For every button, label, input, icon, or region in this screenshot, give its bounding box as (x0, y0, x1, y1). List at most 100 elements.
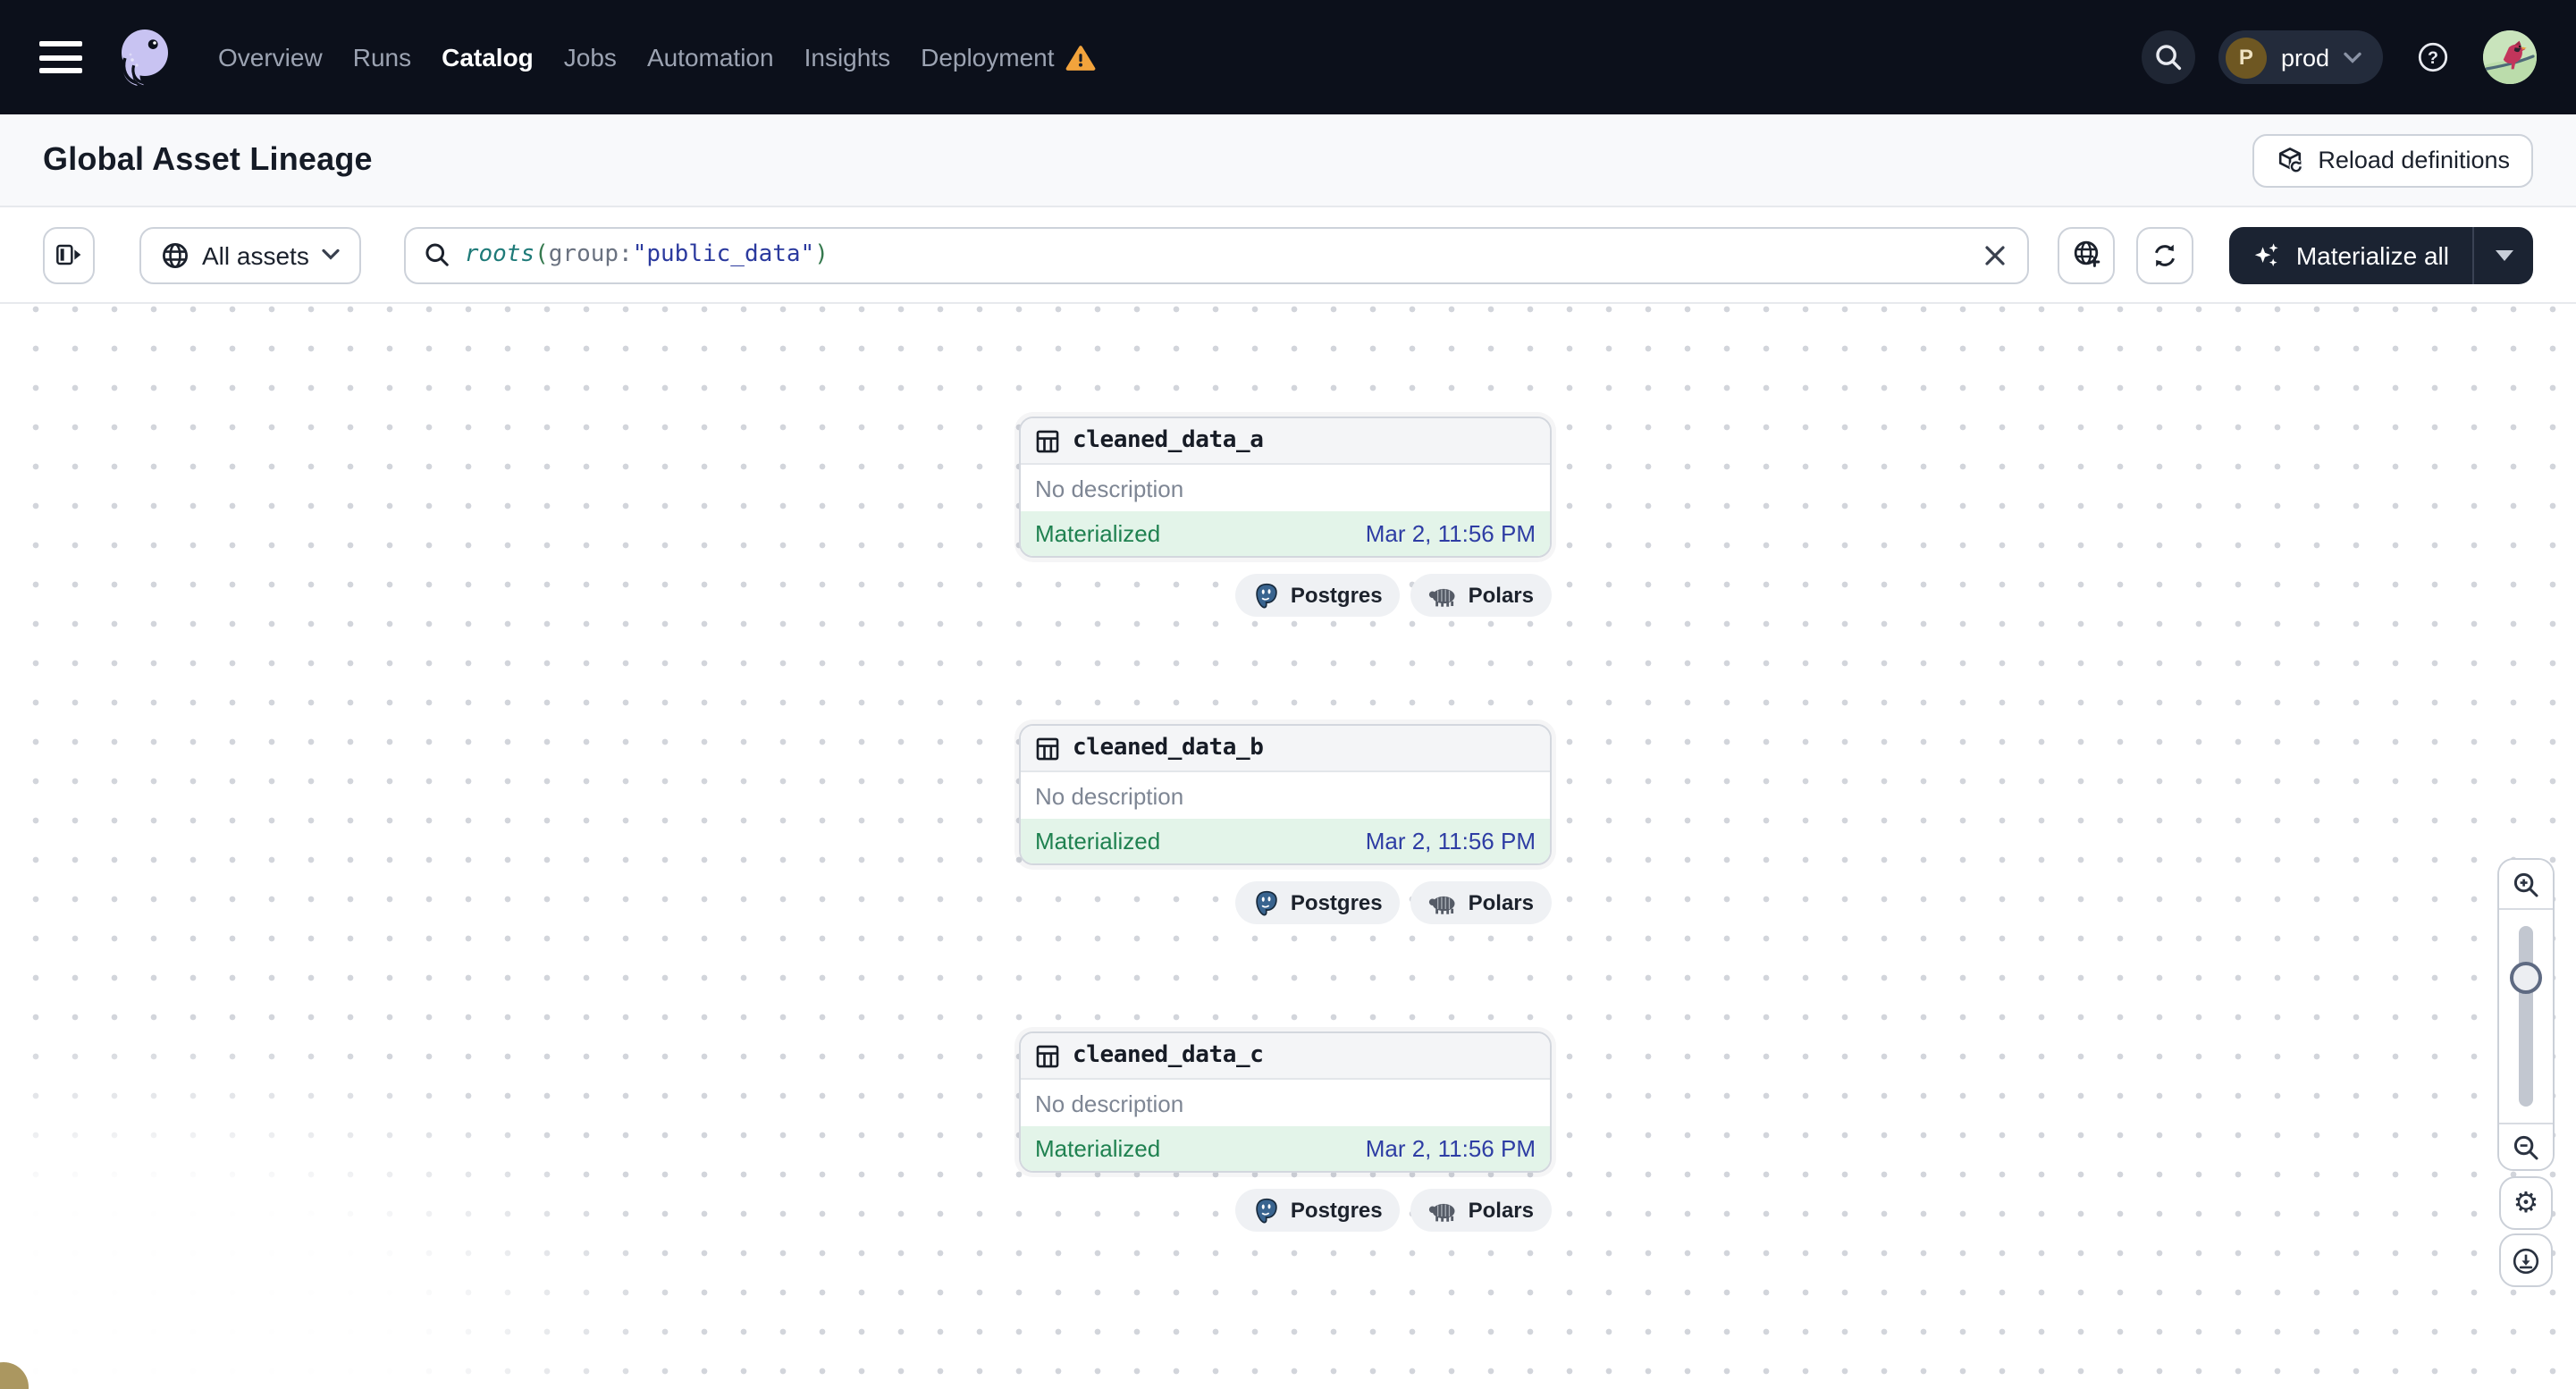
asset-node-header: cleaned_data_b (1021, 726, 1550, 772)
panel-expand-icon (56, 244, 81, 265)
top-nav: Overview Runs Catalog Jobs Automation In… (0, 0, 2576, 114)
lineage-canvas[interactable]: ⚙ cleaned_data_a No description Material… (0, 304, 2576, 1389)
zoom-in-button[interactable] (2499, 860, 2553, 908)
graph-settings-button[interactable]: ⚙ (2499, 1176, 2553, 1230)
view-all-assets-button[interactable] (2058, 226, 2116, 283)
asset-node[interactable]: cleaned_data_b No description Materializ… (1019, 724, 1552, 865)
page-title: Global Asset Lineage (43, 141, 373, 177)
lineage-toolbar: All assets roots(group:"public_data") Ma… (0, 207, 2576, 304)
status-badge: Materialized (1035, 1135, 1161, 1162)
environment-initial-badge: P (2225, 37, 2267, 78)
tag-label: Polars (1468, 890, 1534, 915)
download-icon (2513, 1247, 2539, 1274)
tag-label: Postgres (1290, 1198, 1383, 1223)
tag-postgres[interactable]: Postgres (1234, 1189, 1401, 1232)
tag-label: Postgres (1290, 890, 1383, 915)
materialize-options-button[interactable] (2472, 226, 2533, 283)
zoom-in-icon (2513, 871, 2538, 897)
minimap-corner (0, 1362, 29, 1389)
tag-polars[interactable]: Polars (1410, 881, 1552, 924)
tag-polars[interactable]: Polars (1410, 574, 1552, 617)
clear-query-button[interactable] (1982, 240, 2010, 269)
asset-description: No description (1035, 1090, 1184, 1116)
primary-nav: Overview Runs Catalog Jobs Automation In… (218, 43, 1096, 72)
nav-item-insights[interactable]: Insights (804, 43, 891, 72)
search-icon (2156, 45, 2182, 71)
zoom-slider-track[interactable] (2519, 926, 2533, 1107)
asset-node-group: cleaned_data_a No description Materializ… (1019, 417, 1552, 617)
asset-status-row: Materialized Mar 2, 11:56 PM (1021, 819, 1550, 863)
dagster-app: Overview Runs Catalog Jobs Automation In… (0, 0, 2576, 1389)
help-icon: ? (2418, 42, 2448, 72)
zoom-slider[interactable] (2499, 908, 2553, 1124)
asset-node-header: cleaned_data_c (1021, 1033, 1550, 1080)
asset-selection-input[interactable]: roots(group:"public_data") (403, 226, 2030, 283)
nav-item-jobs[interactable]: Jobs (564, 43, 617, 72)
help-button[interactable]: ? (2406, 30, 2460, 84)
gear-icon: ⚙ (2513, 1185, 2539, 1219)
asset-status-row: Materialized Mar 2, 11:56 PM (1021, 1126, 1550, 1171)
refresh-button[interactable] (2136, 226, 2194, 283)
asset-node[interactable]: cleaned_data_c No description Materializ… (1019, 1031, 1552, 1173)
search-icon (425, 243, 449, 266)
status-badge: Materialized (1035, 520, 1161, 547)
materialize-split-button: Materialize all (2229, 226, 2533, 283)
refresh-icon (2155, 243, 2176, 266)
close-icon (1986, 245, 2006, 265)
nav-item-deployment[interactable]: Deployment (921, 43, 1095, 72)
user-avatar[interactable] (2483, 30, 2537, 84)
polars-icon (1429, 895, 1456, 913)
open-side-panel-button[interactable] (43, 226, 95, 283)
global-search-button[interactable] (2141, 30, 2195, 84)
asset-scope-filter[interactable]: All assets (139, 226, 361, 283)
asset-status-row: Materialized Mar 2, 11:56 PM (1021, 511, 1550, 556)
tag-postgres[interactable]: Postgres (1234, 574, 1401, 617)
postgres-icon (1256, 582, 1277, 608)
table-icon (1036, 429, 1059, 452)
dagster-logo[interactable] (109, 23, 177, 91)
materialization-timestamp[interactable]: Mar 2, 11:56 PM (1366, 1135, 1536, 1162)
table-icon (1036, 1044, 1059, 1067)
asset-selection-query: roots(group:"public_data") (464, 241, 829, 268)
asset-tags: Postgres Polars (1019, 1189, 1552, 1232)
dagster-octopus-icon (122, 29, 168, 86)
table-icon (1036, 737, 1059, 760)
status-badge: Materialized (1035, 828, 1161, 854)
materialization-timestamp[interactable]: Mar 2, 11:56 PM (1366, 520, 1536, 547)
warning-icon (1065, 45, 1095, 70)
materialization-timestamp[interactable]: Mar 2, 11:56 PM (1366, 828, 1536, 854)
environment-name: prod (2280, 44, 2329, 71)
page-header: Global Asset Lineage Reload definitions (0, 114, 2576, 207)
nav-item-runs[interactable]: Runs (353, 43, 411, 72)
tag-label: Postgres (1290, 583, 1383, 608)
asset-node[interactable]: cleaned_data_a No description Materializ… (1019, 417, 1552, 558)
polars-icon (1429, 1202, 1456, 1221)
zoom-slider-thumb[interactable] (2510, 962, 2542, 994)
asset-tags: Postgres Polars (1019, 574, 1552, 617)
nav-item-overview[interactable]: Overview (218, 43, 323, 72)
nav-item-automation[interactable]: Automation (647, 43, 774, 72)
asset-name: cleaned_data_b (1073, 735, 1264, 762)
asset-node-header: cleaned_data_a (1021, 418, 1550, 465)
nav-item-catalog[interactable]: Catalog (442, 43, 534, 72)
postgres-icon (1256, 889, 1277, 915)
tag-polars[interactable]: Polars (1410, 1189, 1552, 1232)
globe-icon (162, 241, 189, 268)
materialize-all-button[interactable]: Materialize all (2229, 226, 2472, 283)
chevron-down-icon (2344, 51, 2361, 63)
sparkles-icon (2255, 242, 2279, 265)
download-image-button[interactable] (2499, 1233, 2553, 1287)
hamburger-menu-icon[interactable] (39, 41, 82, 73)
zoom-out-button[interactable] (2499, 1124, 2553, 1169)
zoom-out-icon (2513, 1134, 2538, 1159)
tag-postgres[interactable]: Postgres (1234, 881, 1401, 924)
asset-name: cleaned_data_c (1073, 1042, 1264, 1069)
polars-icon (1429, 587, 1456, 606)
environment-switcher[interactable]: P prod (2218, 30, 2383, 84)
tag-label: Polars (1468, 583, 1534, 608)
asset-node-group: cleaned_data_c No description Materializ… (1019, 1031, 1552, 1232)
asset-description: No description (1035, 782, 1184, 809)
reload-definitions-button[interactable]: Reload definitions (2252, 133, 2533, 187)
asset-tags: Postgres Polars (1019, 881, 1552, 924)
postgres-icon (1256, 1197, 1277, 1223)
